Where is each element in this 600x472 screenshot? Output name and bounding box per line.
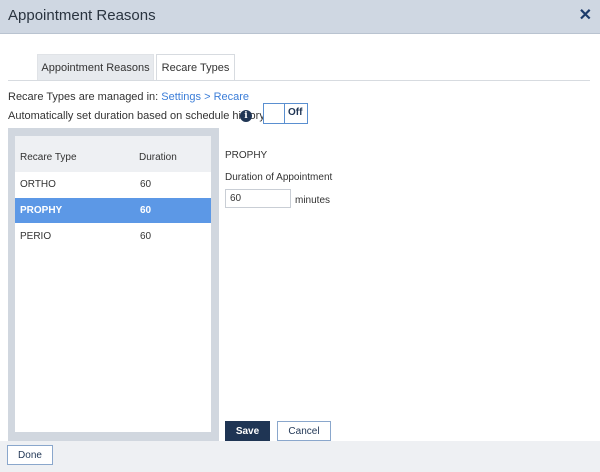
list-header: Recare Type Duration bbox=[15, 136, 211, 172]
header-recare-type[interactable]: Recare Type bbox=[20, 152, 77, 163]
settings-recare-link[interactable]: Settings > Recare bbox=[161, 91, 249, 103]
recare-type-list-panel: Recare Type Duration ORTHO 60 PROPHY 60 … bbox=[8, 128, 219, 442]
toggle-state: Off bbox=[288, 107, 303, 118]
cancel-button[interactable]: Cancel bbox=[277, 421, 331, 441]
row-duration: 60 bbox=[140, 179, 152, 190]
duration-label: Duration of Appointment bbox=[225, 172, 333, 183]
dialog-title: Appointment Reasons bbox=[8, 7, 156, 24]
tab-appointment-reasons[interactable]: Appointment Reasons bbox=[37, 54, 154, 81]
dialog-footer: Done bbox=[0, 441, 600, 472]
done-button[interactable]: Done bbox=[7, 445, 53, 465]
list-item[interactable]: PROPHY 60 bbox=[15, 198, 211, 223]
auto-duration-label: Automatically set duration based on sche… bbox=[8, 110, 265, 122]
list-item[interactable]: ORTHO 60 bbox=[15, 172, 211, 197]
managed-in-label: Recare Types are managed in: bbox=[8, 91, 162, 103]
list-item[interactable]: PERIO 60 bbox=[15, 224, 211, 249]
tab-bar: Appointment Reasons Recare Types bbox=[0, 54, 600, 81]
minutes-label: minutes bbox=[295, 195, 331, 206]
row-type: PERIO bbox=[20, 231, 52, 242]
selected-type-title: PROPHY bbox=[225, 150, 268, 161]
auto-duration-toggle[interactable]: Off bbox=[263, 103, 308, 124]
duration-input[interactable] bbox=[225, 189, 291, 208]
row-type: PROPHY bbox=[20, 205, 63, 216]
row-duration: 60 bbox=[140, 231, 152, 242]
close-icon[interactable]: ✕ bbox=[579, 8, 592, 24]
save-button[interactable]: Save bbox=[225, 421, 270, 441]
recare-type-list: Recare Type Duration ORTHO 60 PROPHY 60 … bbox=[15, 136, 211, 432]
toggle-knob bbox=[264, 104, 285, 123]
managed-in-text: Recare Types are managed in: Settings > … bbox=[8, 91, 249, 103]
header-duration[interactable]: Duration bbox=[139, 152, 177, 163]
tab-recare-types[interactable]: Recare Types bbox=[156, 54, 235, 81]
tab-divider bbox=[8, 80, 590, 81]
row-type: ORTHO bbox=[20, 179, 56, 190]
info-icon[interactable]: i bbox=[240, 110, 252, 122]
row-duration: 60 bbox=[140, 205, 152, 216]
dialog-titlebar: Appointment Reasons ✕ bbox=[0, 0, 600, 34]
